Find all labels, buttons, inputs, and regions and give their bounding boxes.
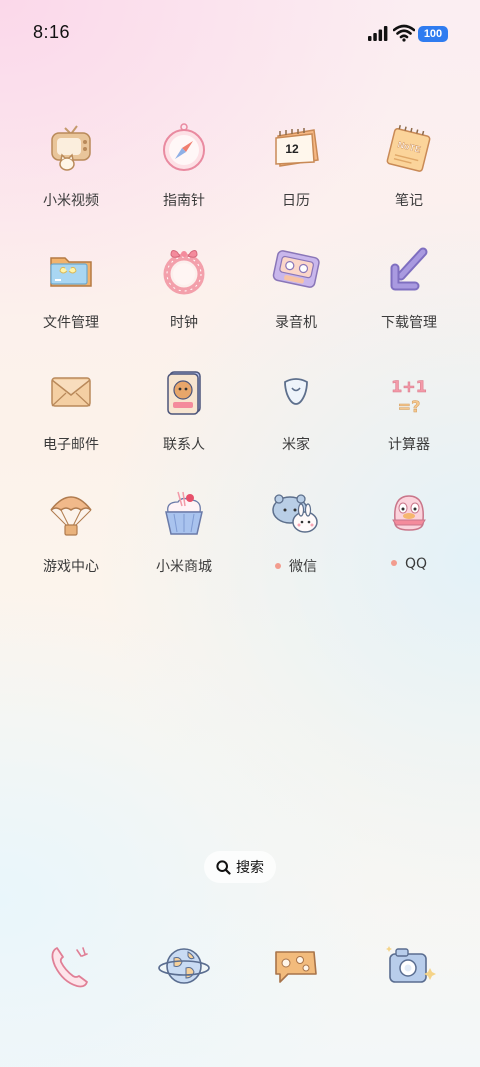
app-label: 小米商城 [156,559,212,575]
app-email[interactable]: 电子邮件 [15,364,127,454]
mijia-icon [284,378,308,405]
app-qq[interactable]: QQ [353,486,465,572]
app-game-center[interactable]: 游戏中心 [15,486,127,576]
calendar-day: 12 [285,142,299,156]
messages-icon [275,951,317,983]
download-icon [390,247,428,291]
app-label: 笔记 [395,193,423,209]
app-wechat[interactable]: 微信 [240,486,352,576]
search-icon [216,859,231,875]
app-calculator[interactable]: 1+1 =? 计算器 [353,364,465,454]
app-notes[interactable]: NoTE 笔记 [353,120,465,210]
app-label: 指南针 [163,193,205,209]
signal-icon [368,26,388,41]
app-file-manager[interactable]: 文件管理 [15,242,127,332]
app-label: 米家 [282,437,310,453]
dock-browser[interactable] [128,938,240,994]
svg-text:1+1: 1+1 [391,377,427,396]
recorder-icon [272,250,320,288]
app-label: 日历 [282,193,310,209]
calendar-icon: 12 [275,128,319,167]
app-label: 联系人 [163,437,205,453]
folder-icon [50,257,92,287]
contacts-icon [167,371,201,415]
battery-indicator: 100 [418,26,448,42]
svg-text:=?: =? [398,397,421,416]
dock-phone[interactable] [15,938,127,994]
tv-icon [51,125,91,171]
app-label: 电子邮件 [43,437,99,453]
app-label: 计算器 [388,437,430,453]
app-recorder[interactable]: 录音机 [240,242,352,332]
app-label-text: QQ [404,556,428,572]
phone-icon [51,947,88,988]
browser-globe-icon [158,948,210,984]
mail-icon [51,377,91,407]
app-label: 时钟 [170,315,198,331]
app-clock[interactable]: 时钟 [128,242,240,332]
app-contacts[interactable]: 联系人 [128,364,240,454]
camera-icon [386,946,436,983]
app-compass[interactable]: 指南针 [128,120,240,210]
app-downloads[interactable]: 下载管理 [353,242,465,332]
status-bar: 8:16 100 [0,0,480,68]
qq-icon [392,495,426,531]
search-label: 搜索 [236,860,264,876]
clock-icon [163,250,205,295]
compass-icon [163,123,205,171]
app-mi-store[interactable]: 小米商城 [128,486,240,576]
wechat-icon [272,494,318,533]
wifi-icon [393,24,415,42]
cupcake-icon [165,491,203,535]
app-label: 游戏中心 [43,559,99,575]
app-label: 下载管理 [381,315,437,331]
calculator-icon: 1+1 =? [391,377,427,417]
app-mijia[interactable]: 米家 [240,364,352,454]
note-icon: NoTE [386,125,431,172]
search-button[interactable]: 搜索 [204,851,276,883]
dock-messages[interactable] [240,938,352,994]
dock-camera[interactable] [353,938,465,994]
app-label: 微信 [240,556,352,576]
parachute-icon [50,496,92,536]
app-label: 小米视频 [43,193,99,209]
app-mi-video[interactable]: 小米视频 [15,120,127,210]
app-label: 录音机 [275,315,317,331]
app-calendar[interactable]: 12 日历 [240,120,352,210]
app-label: 文件管理 [43,315,99,331]
app-label-text: 微信 [289,559,317,575]
app-label: QQ [353,556,465,572]
notification-dot [275,563,281,569]
notification-dot [390,560,397,566]
status-time: 8:16 [33,22,71,42]
